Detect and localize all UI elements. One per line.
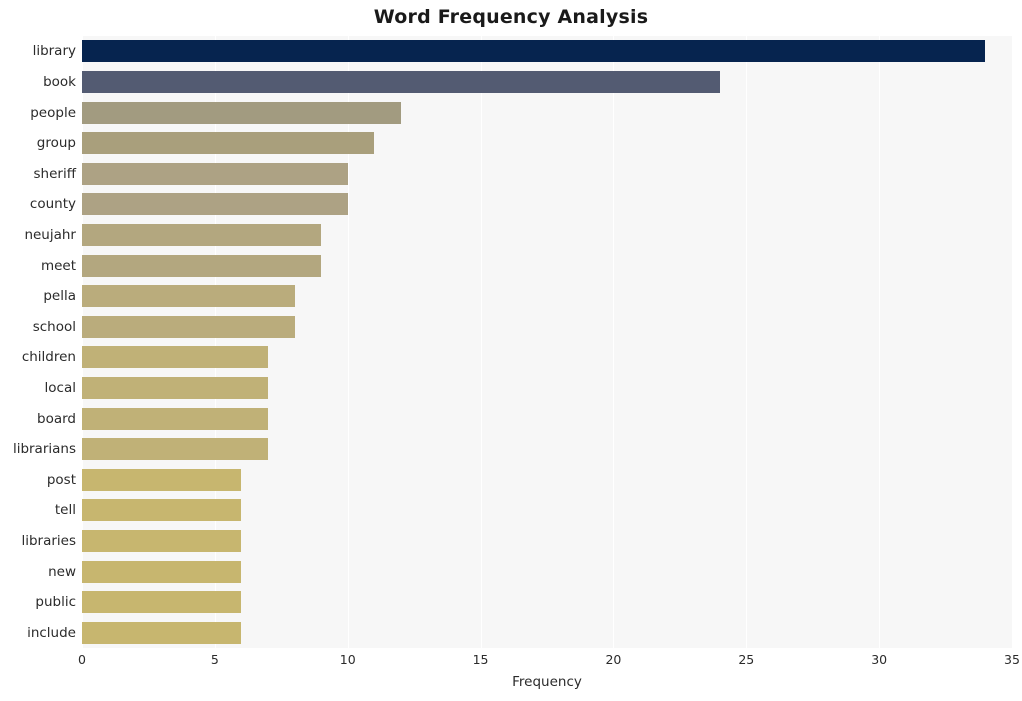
bar bbox=[82, 591, 242, 614]
y-axis-tick-label: board bbox=[37, 410, 76, 427]
bar bbox=[82, 40, 986, 63]
y-axis-tick-label: book bbox=[43, 73, 76, 90]
plot-area bbox=[82, 36, 1012, 648]
x-axis-tick-label: 15 bbox=[472, 652, 489, 667]
bar bbox=[82, 407, 268, 430]
y-axis-tick-label: children bbox=[21, 349, 76, 366]
y-axis-tick-label: librarians bbox=[12, 441, 76, 458]
chart-title: Word Frequency Analysis bbox=[373, 6, 649, 28]
gridline bbox=[82, 36, 83, 648]
y-axis-tick-label: sheriff bbox=[33, 165, 77, 182]
bar bbox=[82, 376, 268, 399]
bar bbox=[82, 162, 348, 185]
bar bbox=[82, 468, 242, 491]
x-axis-tick-label: 30 bbox=[871, 652, 888, 667]
y-axis-tick-label: meet bbox=[40, 257, 76, 274]
x-axis-tick-label: 35 bbox=[1004, 652, 1020, 667]
bar bbox=[82, 346, 268, 369]
bar bbox=[82, 315, 295, 338]
y-axis-tick-label: pella bbox=[43, 288, 76, 305]
y-axis-tick-label: local bbox=[44, 379, 76, 396]
gridline bbox=[348, 36, 349, 648]
y-axis-tick-label: new bbox=[48, 563, 76, 580]
y-axis-tick-label: include bbox=[27, 624, 76, 641]
y-axis-tick-label: libraries bbox=[21, 532, 76, 549]
x-axis-tick-label: 0 bbox=[78, 652, 86, 667]
x-axis-tick-label: 5 bbox=[210, 652, 219, 667]
y-axis-tick-label: county bbox=[29, 196, 76, 213]
bar bbox=[82, 223, 322, 246]
y-axis-tick-label: post bbox=[46, 471, 76, 488]
bar bbox=[82, 193, 348, 216]
bar bbox=[82, 621, 242, 644]
y-axis-tick-label: tell bbox=[54, 502, 76, 519]
bar bbox=[82, 438, 268, 461]
chart-figure: Word Frequency Analysis library book peopl… bbox=[0, 0, 1022, 701]
y-axis-tick-label: people bbox=[30, 104, 76, 121]
gridline bbox=[481, 36, 482, 648]
bar bbox=[82, 529, 242, 552]
y-axis-tick-label: school bbox=[32, 318, 76, 335]
x-axis-title: Frequency bbox=[512, 674, 582, 690]
y-axis-tick-label: library bbox=[32, 43, 76, 60]
y-axis-tick-label: group bbox=[36, 135, 76, 152]
x-axis-tick-label: 20 bbox=[605, 652, 622, 667]
x-axis-tick-label: 10 bbox=[339, 652, 356, 667]
y-axis-tick-label: neujahr bbox=[24, 226, 76, 243]
y-axis-labels: library book people group sheriff county neuja… bbox=[0, 36, 76, 648]
gridline bbox=[613, 36, 614, 648]
bar bbox=[82, 101, 401, 124]
y-axis-tick-label: public bbox=[35, 594, 76, 611]
bar bbox=[82, 285, 295, 308]
bar bbox=[82, 560, 242, 583]
gridline bbox=[879, 36, 880, 648]
bar bbox=[82, 499, 242, 522]
gridline bbox=[746, 36, 747, 648]
bar bbox=[82, 70, 720, 93]
x-axis-ticks: 0 5 10 15 20 25 30 35 bbox=[78, 648, 1020, 672]
bar bbox=[82, 254, 322, 277]
x-axis-tick-label: 25 bbox=[738, 652, 755, 667]
gridline bbox=[215, 36, 216, 648]
bar bbox=[82, 132, 375, 155]
